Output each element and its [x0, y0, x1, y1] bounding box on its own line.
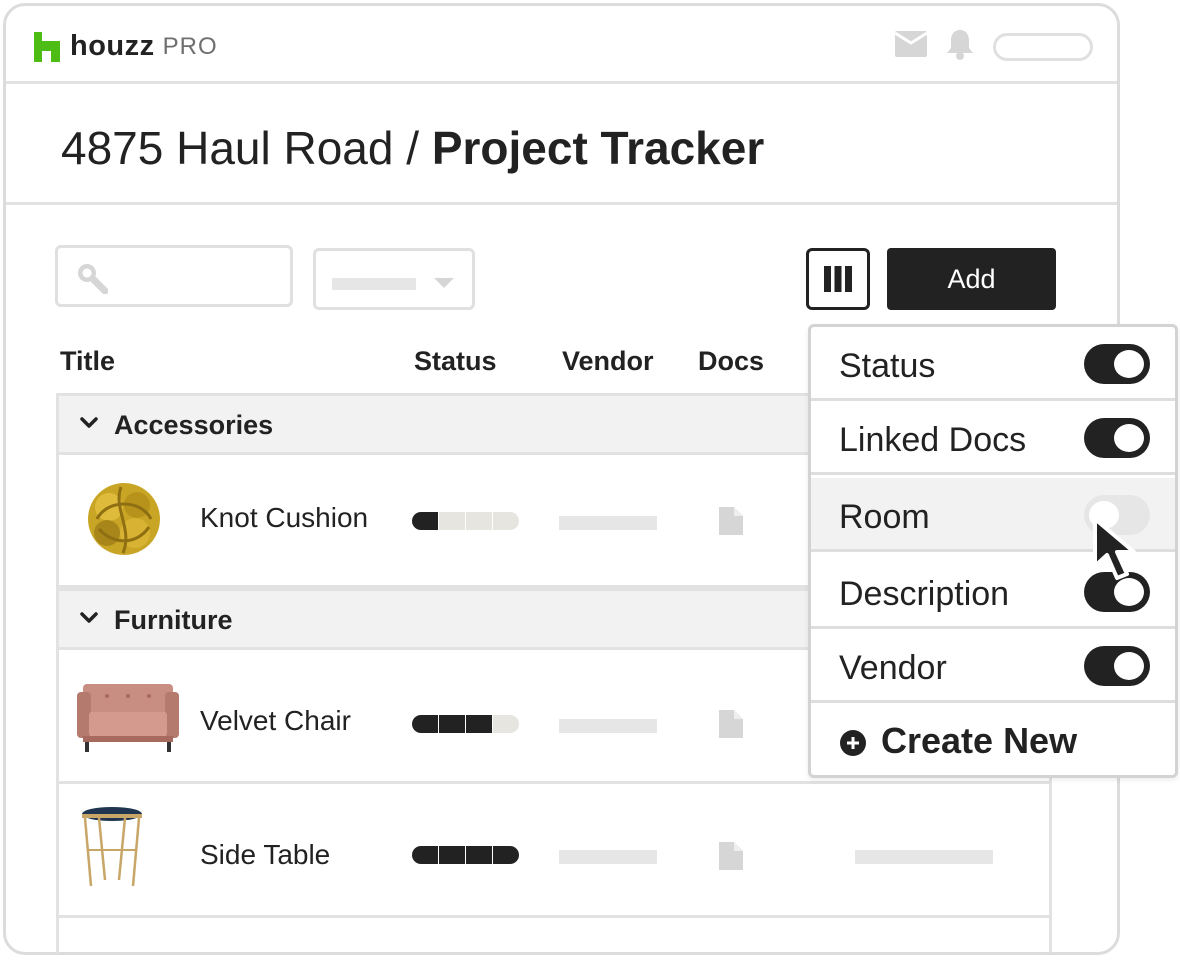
status-segment [466, 715, 492, 733]
search-icon [78, 264, 108, 294]
page-title: 4875 Haul Road / Project Tracker [61, 121, 764, 175]
houzz-logo-icon [34, 31, 60, 62]
status-progress [412, 846, 519, 864]
status-segment [412, 715, 438, 733]
group-name: Furniture [114, 605, 233, 635]
menu-item-status[interactable]: Status [811, 327, 1175, 401]
document-icon[interactable] [719, 507, 743, 535]
filter-select-value [332, 278, 416, 290]
columns-button[interactable] [806, 248, 870, 310]
document-icon[interactable] [719, 710, 743, 738]
add-button[interactable]: Add [887, 248, 1056, 310]
vendor-placeholder [559, 719, 657, 733]
item-name: Knot Cushion [200, 502, 369, 533]
knot-cushion-thumbnail [88, 483, 160, 555]
status-segment [493, 512, 519, 530]
create-new-column-button[interactable]: Create New [811, 705, 1175, 775]
chevron-down-icon[interactable] [79, 416, 99, 430]
status-progress [412, 715, 519, 733]
side-table-thumbnail [82, 807, 142, 887]
item-name: Velvet Chair [200, 705, 351, 736]
chevron-down-icon [434, 278, 454, 288]
houzz-pro-logo[interactable]: houzz PRO [34, 30, 218, 63]
column-header-status[interactable]: Status [414, 346, 497, 377]
toggle-switch[interactable] [1084, 418, 1150, 458]
menu-item-label: Room [839, 498, 930, 536]
status-segment [493, 715, 519, 733]
page-section-name: Project Tracker [431, 122, 765, 174]
search-input[interactable] [55, 245, 293, 307]
status-segment [466, 512, 492, 530]
status-segment [439, 846, 465, 864]
menu-item-vendor[interactable]: Vendor [811, 629, 1175, 703]
toggle-switch[interactable] [1084, 646, 1150, 686]
brand-name: houzz [70, 30, 155, 62]
status-segment [412, 512, 438, 530]
plus-circle-icon [840, 730, 866, 756]
item-name: Side Table [200, 839, 331, 870]
project-name: 4875 Haul Road / [61, 122, 432, 174]
chevron-down-icon[interactable] [79, 611, 99, 625]
page-header: 4875 Haul Road / Project Tracker [6, 87, 1117, 205]
extra-column-placeholder [855, 850, 993, 864]
toggle-switch[interactable] [1084, 344, 1150, 384]
group-name: Accessories [114, 410, 274, 440]
mail-icon[interactable] [894, 31, 928, 62]
toggle-knob [1114, 652, 1144, 680]
brand-suffix: PRO [162, 32, 218, 60]
menu-item-label: Description [839, 575, 1010, 613]
toggle-knob [1114, 424, 1144, 452]
status-segment [493, 846, 519, 864]
toggle-knob [1114, 350, 1144, 378]
column-header-docs[interactable]: Docs [698, 346, 764, 377]
status-progress [412, 512, 519, 530]
menu-item-label: Status [839, 347, 936, 385]
create-new-label: Create New [881, 720, 1078, 761]
account-menu[interactable] [993, 32, 1093, 61]
menu-item-linked-docs[interactable]: Linked Docs [811, 401, 1175, 475]
document-icon[interactable] [719, 842, 743, 870]
bell-icon[interactable] [945, 28, 975, 65]
status-segment [439, 715, 465, 733]
menu-item-label: Linked Docs [839, 421, 1027, 459]
column-header-title[interactable]: Title [60, 346, 115, 377]
mouse-pointer-icon [1093, 517, 1136, 580]
vendor-placeholder [559, 850, 657, 864]
status-segment [466, 846, 492, 864]
column-header-vendor[interactable]: Vendor [562, 346, 654, 377]
status-segment [439, 512, 465, 530]
velvet-chair-thumbnail [77, 684, 179, 752]
menu-item-label: Vendor [839, 649, 947, 687]
columns-icon [824, 266, 852, 292]
status-segment [412, 846, 438, 864]
vendor-placeholder [559, 516, 657, 530]
table-row[interactable]: Side Table [59, 784, 1049, 918]
top-navbar: houzz PRO [6, 6, 1117, 84]
filter-select[interactable] [313, 248, 475, 310]
